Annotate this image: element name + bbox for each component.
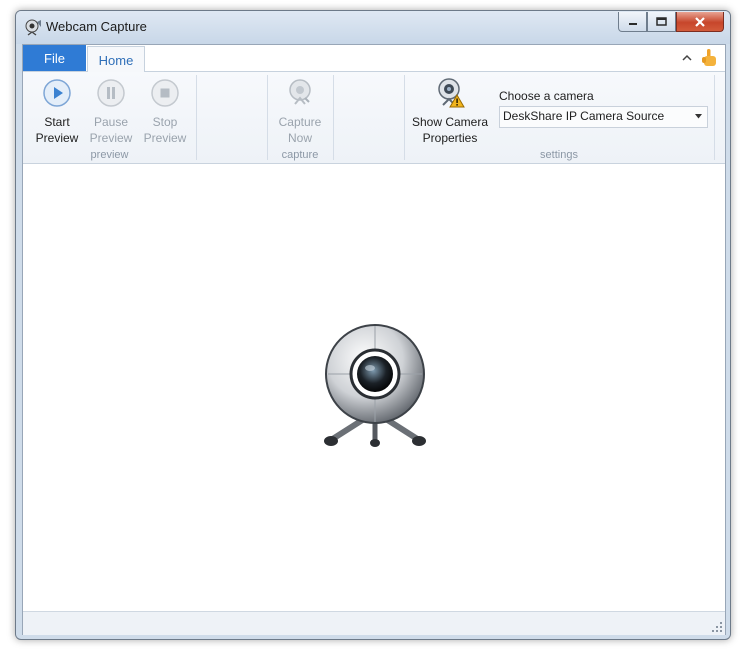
capture-now-label: Capture Now: [278, 115, 322, 145]
ribbon-separator: [714, 75, 715, 160]
camera-select-value: DeskShare IP Camera Source: [503, 109, 665, 123]
ribbon-separator: [196, 75, 197, 160]
group-label-settings: settings: [540, 149, 578, 161]
window-title: Webcam Capture: [46, 19, 147, 34]
start-preview-button[interactable]: Start Preview: [31, 78, 83, 146]
show-camera-properties-button[interactable]: Show Camera Properties: [410, 78, 490, 146]
webcam-capture-icon: [289, 79, 311, 105]
help-pointer-icon[interactable]: [701, 48, 719, 68]
app-window: Webcam Capture File Home Start Preview P…: [15, 10, 731, 640]
stop-preview-label: Stop Preview: [143, 115, 187, 145]
start-preview-label: Start Preview: [35, 115, 79, 145]
close-button[interactable]: [676, 12, 724, 32]
choose-camera-label: Choose a camera: [499, 89, 594, 103]
pause-preview-button[interactable]: Pause Preview: [85, 78, 137, 146]
resize-grip-icon[interactable]: [711, 621, 723, 633]
maximize-button[interactable]: [647, 12, 676, 32]
capture-now-button[interactable]: Capture Now: [274, 78, 326, 146]
maximize-icon: [656, 17, 667, 26]
preview-area: [23, 164, 725, 609]
minimize-icon: [628, 22, 637, 25]
group-preview: Start Preview Pause Preview Stop Preview…: [23, 72, 196, 163]
tab-home[interactable]: Home: [87, 46, 145, 73]
close-icon: [695, 16, 705, 27]
window-controls: [618, 12, 724, 32]
stop-icon: [151, 79, 179, 107]
collapse-ribbon-icon[interactable]: [681, 52, 693, 64]
webcam-warning-icon: [438, 78, 465, 108]
ribbon-panel: Start Preview Pause Preview Stop Preview…: [23, 72, 725, 164]
camera-select[interactable]: DeskShare IP Camera Source: [499, 106, 708, 128]
tab-file[interactable]: File: [23, 45, 86, 71]
ribbon-tab-row: File Home: [23, 45, 725, 73]
group-label-preview: preview: [90, 149, 129, 161]
minimize-button[interactable]: [618, 12, 647, 32]
status-bar: [23, 611, 725, 635]
webcam-icon: [324, 324, 426, 447]
app-webcam-icon: [25, 19, 41, 36]
client-area: File Home Start Preview Pause Preview St…: [22, 44, 726, 635]
play-icon: [43, 79, 71, 107]
pause-preview-label: Pause Preview: [89, 115, 133, 145]
title-bar[interactable]: Webcam Capture: [16, 11, 730, 44]
show-camera-properties-label: Show Camera Properties: [411, 115, 489, 145]
pause-icon: [97, 79, 125, 107]
group-label-capture: capture: [281, 149, 319, 161]
group-capture: Capture Now capture: [267, 72, 333, 163]
stop-preview-button[interactable]: Stop Preview: [139, 78, 191, 146]
ribbon-separator: [333, 75, 334, 160]
chevron-down-icon: [695, 114, 702, 119]
